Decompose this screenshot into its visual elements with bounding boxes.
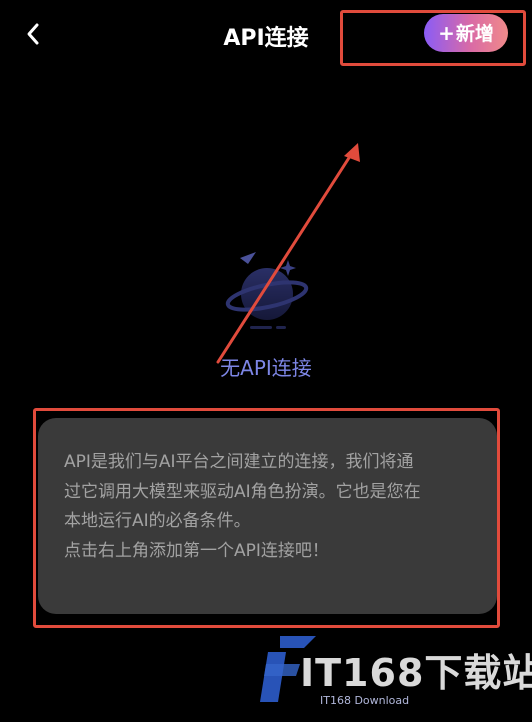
watermark-title: IT168下载站: [300, 651, 532, 695]
watermark-subtitle: IT168 Download: [320, 694, 410, 707]
annotation-box-info-card: [33, 408, 500, 628]
watermark: IT168下载站 IT168 Download: [260, 628, 532, 722]
annotation-box-add-button: [340, 10, 526, 66]
empty-state-text: 无API连接: [220, 356, 312, 380]
planet-icon: [225, 252, 309, 329]
